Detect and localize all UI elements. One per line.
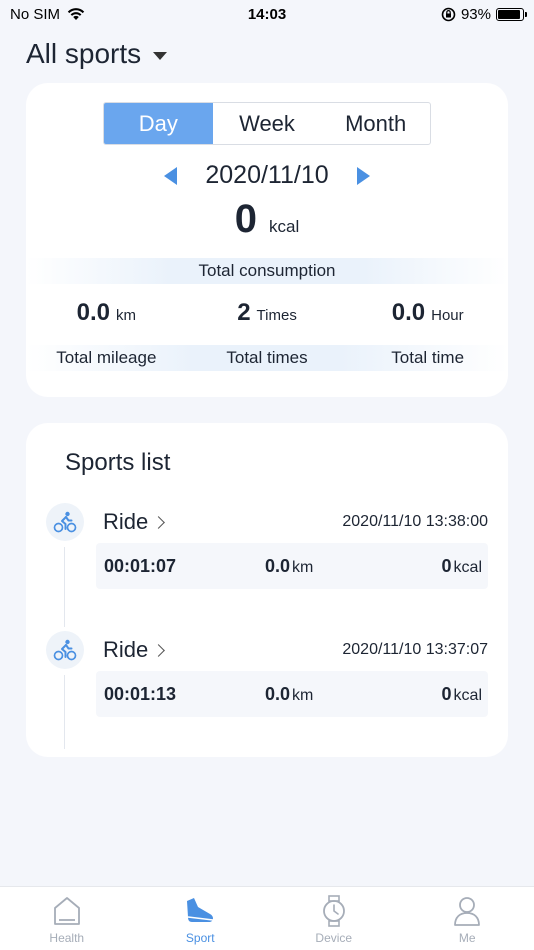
- ride-detail-link[interactable]: Ride: [103, 509, 166, 535]
- bicycle-icon: [46, 631, 84, 669]
- current-date: 2020/11/10: [205, 161, 329, 189]
- distance-unit: km: [292, 686, 314, 704]
- stat-unit: Hour: [431, 307, 464, 324]
- tab-bar: Health Sport Device Me: [0, 886, 534, 950]
- activity-calories: 0 kcal: [442, 684, 482, 705]
- person-icon: [454, 897, 481, 926]
- caret-down-icon: [153, 52, 168, 60]
- activity-name: Ride: [103, 509, 149, 534]
- total-consumption-label: Total consumption: [26, 258, 508, 284]
- chevron-right-icon: [152, 515, 166, 529]
- segment-month[interactable]: Month: [321, 103, 430, 144]
- tab-label: Health: [49, 931, 85, 945]
- kcal-summary: 0 kcal: [26, 197, 508, 242]
- calories-value: 0: [441, 683, 452, 704]
- stat-value: 0.0: [76, 299, 111, 326]
- stats-labels-row: Total mileage Total times Total time: [26, 345, 508, 371]
- segment-day[interactable]: Day: [104, 103, 213, 144]
- summary-card: Day Week Month 2020/11/10 0 kcal Total c…: [26, 83, 508, 397]
- stat-unit: km: [116, 307, 137, 324]
- stat-label-times: Total times: [226, 348, 308, 367]
- kcal-unit: kcal: [269, 217, 300, 236]
- carrier-text: No SIM: [10, 5, 61, 23]
- stat-label-time: Total time: [391, 348, 465, 367]
- bicycle-icon: [46, 503, 84, 541]
- tab-health[interactable]: Health: [0, 887, 134, 950]
- activity-calories: 0 kcal: [442, 556, 482, 577]
- tab-me[interactable]: Me: [401, 887, 534, 950]
- stat-unit: Times: [256, 307, 297, 324]
- activity-datetime: 2020/11/10 13:38:00: [342, 513, 488, 530]
- previous-date-icon[interactable]: [164, 166, 178, 185]
- kcal-value: 0: [234, 197, 257, 241]
- activity-duration: 00:01:07: [104, 555, 177, 576]
- wifi-icon: [67, 8, 85, 20]
- stat-value: 2: [237, 299, 251, 326]
- chevron-right-icon: [152, 643, 166, 657]
- calories-value: 0: [441, 555, 452, 576]
- stat-label-mileage: Total mileage: [56, 348, 157, 367]
- rotation-lock-icon: [441, 7, 456, 21]
- tab-sport[interactable]: Sport: [134, 887, 268, 950]
- timeline-line: [64, 675, 65, 749]
- activity-name: Ride: [103, 637, 149, 662]
- health-icon: [53, 897, 80, 925]
- status-bar: No SIM 14:03 93%: [0, 0, 534, 28]
- date-navigator: 2020/11/10: [26, 161, 508, 190]
- stat-value: 0.0: [391, 299, 426, 326]
- status-left: No SIM: [10, 6, 86, 23]
- sport-filter-dropdown[interactable]: All sports: [26, 38, 168, 70]
- timeline-line: [64, 547, 65, 627]
- sports-list-card: Sports list Ride 2020/11/10 13:38:00 00:…: [26, 423, 508, 757]
- stats-row: 0.0 km 2 Times 0.0 Hour: [26, 299, 508, 327]
- activity-datetime: 2020/11/10 13:37:07: [342, 641, 488, 658]
- stat-time: 0.0 Hour: [347, 299, 508, 327]
- tab-label: Device: [315, 931, 353, 945]
- activity-distance: 0.0 km: [265, 556, 313, 577]
- page-title: All sports: [26, 38, 142, 69]
- segment-week[interactable]: Week: [213, 103, 322, 144]
- next-date-icon[interactable]: [356, 166, 370, 185]
- period-segmented-control: Day Week Month: [103, 102, 431, 145]
- calories-unit: kcal: [453, 558, 482, 576]
- ride-detail-link[interactable]: Ride: [103, 637, 166, 663]
- watch-icon: [322, 895, 345, 927]
- activity-duration: 00:01:13: [104, 683, 177, 704]
- stat-mileage: 0.0 km: [26, 299, 187, 327]
- activity-distance: 0.0 km: [265, 684, 313, 705]
- stat-times: 2 Times: [187, 299, 348, 327]
- sport-screen: No SIM 14:03 93% All sports Day Week Mon…: [0, 0, 534, 950]
- battery-level: [498, 9, 521, 19]
- tab-device[interactable]: Device: [267, 887, 401, 950]
- cyclist-glyph: [53, 639, 77, 661]
- status-right: 93%: [441, 5, 527, 23]
- battery-percent: 93%: [460, 5, 491, 23]
- activity-metrics: 00:01:13 0.0 km 0 kcal: [96, 671, 488, 717]
- distance-unit: km: [292, 558, 314, 576]
- sport-shoe-icon: [187, 898, 214, 922]
- tab-label: Me: [458, 931, 476, 945]
- activity-metrics: 00:01:07 0.0 km 0 kcal: [96, 543, 488, 589]
- battery-icon: [496, 7, 527, 21]
- distance-value: 0.0: [265, 555, 291, 576]
- sports-list-title: Sports list: [65, 449, 171, 476]
- calories-unit: kcal: [453, 686, 482, 704]
- cyclist-glyph: [53, 511, 77, 533]
- distance-value: 0.0: [265, 683, 291, 704]
- tab-label: Sport: [185, 931, 215, 945]
